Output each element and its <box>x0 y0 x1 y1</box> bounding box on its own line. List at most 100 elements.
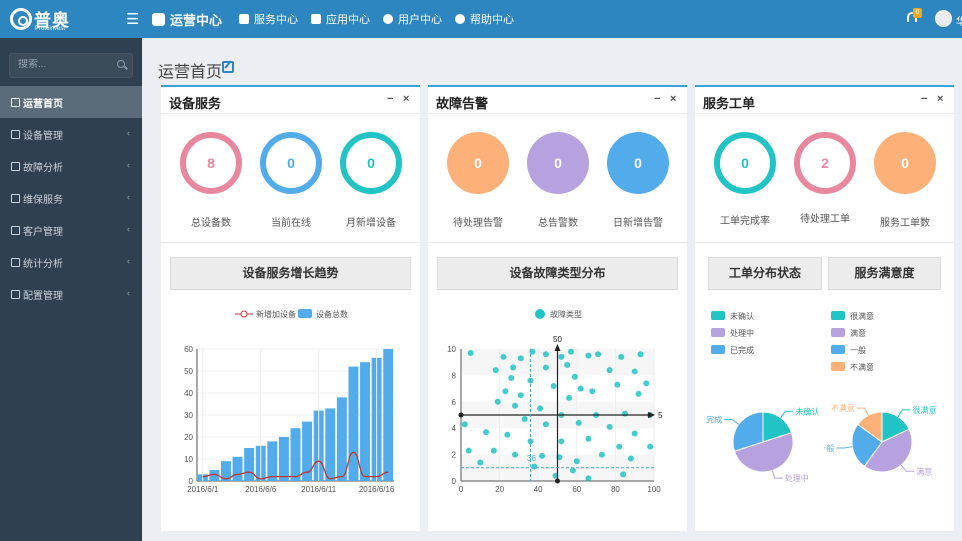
user-icon <box>383 14 393 24</box>
scatter-point <box>569 467 576 474</box>
settings-icon <box>11 289 20 299</box>
minimize-icon[interactable]: − <box>654 93 660 105</box>
avatar[interactable] <box>935 10 952 27</box>
scatter-point <box>566 394 573 401</box>
chevron-left-icon: ‹ <box>127 224 130 234</box>
nav-help-center[interactable]: 帮助中心 <box>455 0 514 38</box>
scatter-point <box>595 351 602 358</box>
x-tick-label: 2016/6/16 <box>359 485 395 494</box>
stat-ring-pending-tickets: 2 <box>794 132 856 194</box>
y-tick-label: 60 <box>184 345 193 354</box>
scatter-point <box>521 415 528 422</box>
nav-service-center[interactable]: 服务中心 <box>239 0 298 38</box>
stat-disc-pending-alerts: 0 <box>447 132 509 194</box>
search-input[interactable] <box>18 59 113 70</box>
scatter-point <box>512 402 519 409</box>
stat-ring-total-devices: 8 <box>180 132 242 194</box>
minimize-icon[interactable]: − <box>387 93 393 105</box>
panel-title: 设备服务 <box>169 96 222 111</box>
sidebar-item-statistics[interactable]: 统计分析 ‹ <box>0 246 142 278</box>
stat-label: 日新增告警 <box>613 218 663 229</box>
wrench-icon <box>11 193 20 203</box>
legend-swatch <box>711 328 725 337</box>
sidebar-item-maintenance[interactable]: 维保服务 ‹ <box>0 182 142 214</box>
nav-app-center[interactable]: 应用中心 <box>311 0 370 38</box>
chart-title: 服务满意度 <box>828 257 941 290</box>
scatter-point <box>585 352 592 359</box>
help-icon <box>455 14 465 24</box>
y-tick-label: 20 <box>184 433 193 442</box>
scatter-point <box>467 349 474 356</box>
fault-scatter-chart: 故障类型 0 20 40 60 80 100 0 2 4 6 8 10 50 5 36 <box>447 309 663 494</box>
panel-header: 故障告警 − × <box>428 87 687 114</box>
legend-label: 处理中 <box>730 328 754 338</box>
pie-label-line <box>897 409 911 417</box>
scatter-point <box>483 429 490 436</box>
scatter-point <box>465 447 472 454</box>
nav-operations[interactable]: 运营中心 <box>152 0 222 38</box>
y-tick-label: 10 <box>447 345 456 354</box>
y-tick-label: 30 <box>184 411 193 420</box>
minimize-icon[interactable]: − <box>921 93 927 105</box>
stat-ring-online: 0 <box>260 132 322 194</box>
sidebar-item-devices[interactable]: 设备管理 ‹ <box>0 118 142 150</box>
close-icon[interactable]: × <box>670 93 676 105</box>
y-tick-label: 2 <box>452 451 457 460</box>
stat-label: 待处理告警 <box>453 218 503 229</box>
user-name[interactable]: 华 <box>956 13 962 28</box>
scatter-point <box>627 455 634 462</box>
pie-label-line <box>900 464 915 472</box>
scatter-point <box>500 353 507 360</box>
stat-label: 月新增设备 <box>346 218 396 229</box>
chevron-left-icon: ‹ <box>127 128 130 138</box>
scatter-point <box>542 421 549 428</box>
sidebar-item-customers[interactable]: 客户管理 ‹ <box>0 214 142 246</box>
menu-toggle-icon[interactable]: ☰ <box>126 10 139 28</box>
scatter-point <box>531 463 538 470</box>
satisfaction-pie: 很满意满意一般不满意很满意满意一般不满意 <box>824 311 936 476</box>
panel-device-service: 设备服务 − × 8 总设备数 0 当前在线 0 月新增设备 设备服务增长趋势 … <box>161 85 420 531</box>
legend-label: 一般 <box>850 345 866 355</box>
panel-service-tickets: 服务工单 − × 0 工单完成率 2 待处理工单 0 服务工单数 工单分布状态 … <box>695 85 954 531</box>
search-icon[interactable] <box>117 60 125 68</box>
scatter-point <box>618 353 625 360</box>
bar <box>232 456 243 481</box>
scatter-point <box>568 348 575 355</box>
sidebar-item-config[interactable]: 配置管理 ‹ <box>0 278 142 310</box>
scatter-point <box>504 431 511 438</box>
legend-swatch <box>711 345 725 354</box>
y-tick-label: 10 <box>184 455 193 464</box>
sidebar-item-home[interactable]: 运营首页 <box>0 86 142 118</box>
pie-label: 一般 <box>824 443 834 453</box>
stat-label: 工单完成率 <box>720 216 770 227</box>
scatter-point <box>542 364 549 371</box>
bar <box>325 408 336 481</box>
scatter-point <box>571 373 578 380</box>
scatter-point <box>631 368 638 375</box>
scatter-point <box>598 451 605 458</box>
close-icon[interactable]: × <box>403 93 409 105</box>
legend-line-marker <box>240 310 248 318</box>
x-tick-label: 20 <box>495 485 504 494</box>
logo-icon <box>10 8 32 30</box>
home-icon <box>11 97 20 107</box>
marker-dot <box>458 412 464 418</box>
scatter-point <box>510 364 517 371</box>
sidebar-item-faults[interactable]: 故障分析 ‹ <box>0 150 142 182</box>
edit-icon[interactable] <box>222 61 234 73</box>
scatter-point <box>537 405 544 412</box>
y-tick-label: 6 <box>452 398 457 407</box>
x-tick-label: 40 <box>534 485 543 494</box>
panel-fault-alerts: 故障告警 − × 0 待处理告警 0 总告警数 0 日新增告警 设备故障类型分布… <box>428 85 687 531</box>
y-tick-label: 4 <box>452 424 457 433</box>
legend-label: 故障类型 <box>550 309 582 319</box>
close-icon[interactable]: × <box>937 93 943 105</box>
scatter-point <box>539 452 546 459</box>
scatter-point <box>585 435 592 442</box>
scatter-point <box>558 438 565 445</box>
stat-label: 待处理工单 <box>800 214 850 225</box>
scatter-point <box>517 355 524 362</box>
pie-label: 不满意 <box>831 403 855 413</box>
nav-user-center[interactable]: 用户中心 <box>383 0 442 38</box>
logo[interactable]: 普奥 Proteinvest <box>10 5 70 33</box>
